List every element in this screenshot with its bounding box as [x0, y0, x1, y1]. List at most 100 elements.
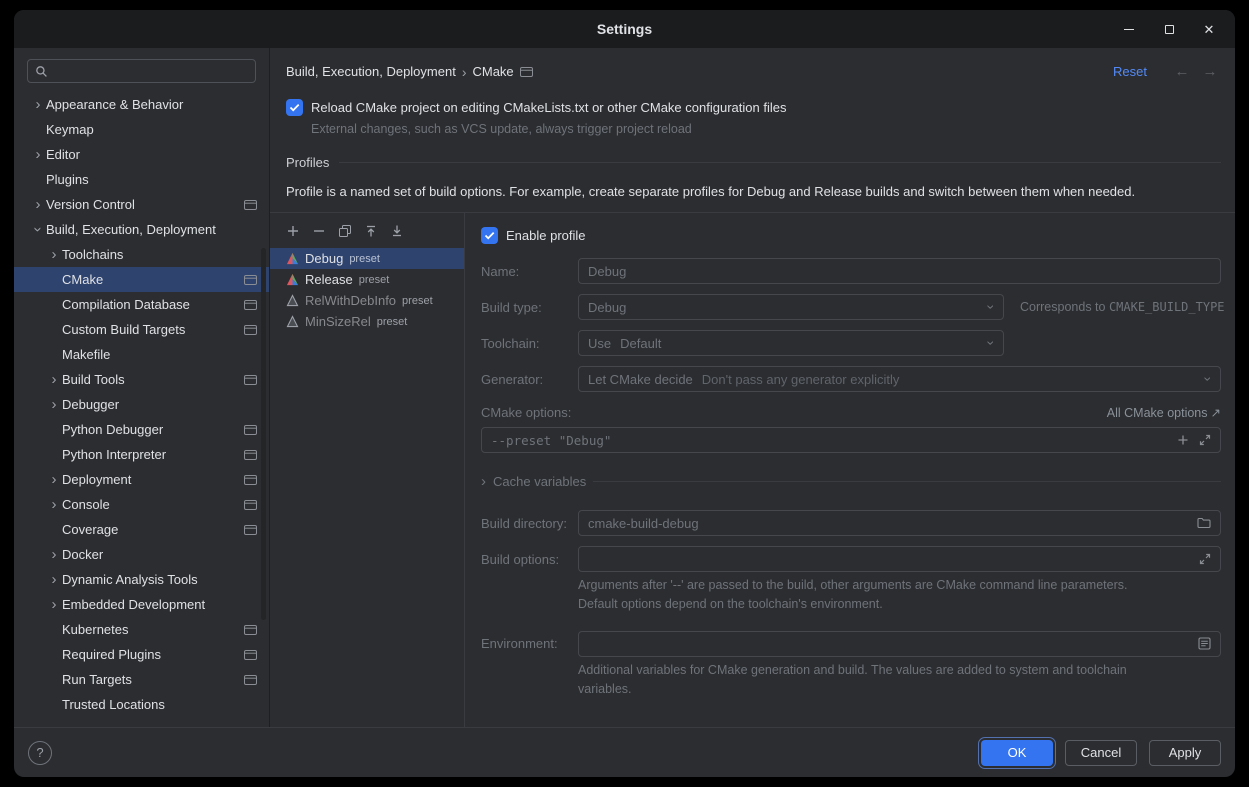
- sidebar-item-editor[interactable]: ›Editor: [14, 142, 269, 167]
- toolchain-select[interactable]: Use Default ›: [578, 330, 1004, 356]
- sidebar-item-run-targets[interactable]: Run Targets: [14, 667, 269, 692]
- sidebar-item-build-tools[interactable]: ›Build Tools: [14, 367, 269, 392]
- project-level-icon: [244, 275, 257, 285]
- sidebar-item-required-plugins[interactable]: Required Plugins: [14, 642, 269, 667]
- sidebar-item-embedded-development[interactable]: ›Embedded Development: [14, 592, 269, 617]
- close-button[interactable]: ✕: [1201, 21, 1217, 37]
- build-type-label: Build type:: [481, 300, 578, 315]
- sidebar-item-compilation-database[interactable]: Compilation Database: [14, 292, 269, 317]
- sidebar-item-coverage[interactable]: Coverage: [14, 517, 269, 542]
- cache-variables-toggle[interactable]: › Cache variables: [481, 474, 1221, 489]
- profile-item-release[interactable]: Releasepreset: [270, 269, 464, 290]
- chevron-right-icon[interactable]: ›: [46, 372, 62, 387]
- add-profile-button[interactable]: [285, 223, 301, 239]
- generator-value: Let CMake decide: [588, 372, 693, 387]
- apply-button[interactable]: Apply: [1149, 740, 1221, 766]
- toolchain-prefix: Use: [588, 336, 611, 351]
- sidebar-item-cmake[interactable]: CMake: [14, 267, 269, 292]
- sidebar-item-makefile[interactable]: Makefile: [14, 342, 269, 367]
- sidebar-item-custom-build-targets[interactable]: Custom Build Targets: [14, 317, 269, 342]
- chevron-right-icon[interactable]: ›: [30, 97, 46, 112]
- search-box[interactable]: [27, 59, 256, 83]
- back-arrow-icon[interactable]: ←: [1171, 63, 1193, 80]
- cmake-options-input[interactable]: --preset "Debug": [481, 427, 1221, 453]
- project-level-icon: [244, 200, 257, 210]
- sidebar-item-version-control[interactable]: ›Version Control: [14, 192, 269, 217]
- variables-list-icon[interactable]: [1198, 637, 1211, 650]
- sidebar-item-label: Plugins: [46, 172, 89, 187]
- chevron-right-icon[interactable]: ›: [30, 147, 46, 162]
- environment-input[interactable]: [578, 631, 1221, 657]
- forward-arrow-icon[interactable]: →: [1199, 63, 1221, 80]
- chevron-right-icon[interactable]: ›: [30, 197, 46, 212]
- search-input[interactable]: [53, 64, 248, 79]
- chevron-right-icon[interactable]: ›: [46, 572, 62, 587]
- cancel-button[interactable]: Cancel: [1065, 740, 1137, 766]
- move-down-button[interactable]: [389, 223, 405, 239]
- profiles-toolbar: [270, 221, 464, 248]
- sidebar-item-label: Embedded Development: [62, 597, 205, 612]
- profile-item-relwithdebinfo[interactable]: RelWithDebInfopreset: [270, 290, 464, 311]
- settings-tree: ›Appearance & Behavior Keymap ›Editor Plugi…: [14, 92, 269, 717]
- profile-item-minsizerel[interactable]: MinSizeRelpreset: [270, 311, 464, 332]
- build-options-input[interactable]: [578, 546, 1221, 572]
- sidebar-item-plugins[interactable]: Plugins: [14, 167, 269, 192]
- maximize-button[interactable]: [1161, 21, 1177, 37]
- all-cmake-options-link[interactable]: All CMake options↗: [1107, 405, 1221, 420]
- chevron-right-icon[interactable]: ›: [46, 547, 62, 562]
- chevron-right-icon[interactable]: ›: [46, 472, 62, 487]
- sidebar-item-label: Docker: [62, 547, 103, 562]
- reload-cmake-checkbox[interactable]: [286, 99, 303, 116]
- enable-profile-checkbox[interactable]: [481, 227, 498, 244]
- breadcrumb-parent[interactable]: Build, Execution, Deployment: [286, 64, 456, 79]
- sidebar-item-label: Debugger: [62, 397, 119, 412]
- expand-editor-icon[interactable]: [1199, 434, 1211, 446]
- chevron-right-icon[interactable]: ›: [46, 397, 62, 412]
- name-input[interactable]: Debug: [578, 258, 1221, 284]
- minimize-icon: [1124, 29, 1134, 30]
- sidebar-item-keymap[interactable]: Keymap: [14, 117, 269, 142]
- cmake-options-label-row: CMake options: All CMake options↗: [481, 405, 1221, 420]
- sidebar-item-toolchains[interactable]: ›Toolchains: [14, 242, 269, 267]
- sidebar-item-python-interpreter[interactable]: Python Interpreter: [14, 442, 269, 467]
- sidebar-item-python-debugger[interactable]: Python Debugger: [14, 417, 269, 442]
- add-option-icon[interactable]: [1177, 434, 1189, 446]
- sidebar-item-docker[interactable]: ›Docker: [14, 542, 269, 567]
- ok-button[interactable]: OK: [981, 740, 1053, 766]
- remove-profile-button[interactable]: [311, 223, 327, 239]
- copy-profile-button[interactable]: [337, 223, 353, 239]
- sidebar-item-debugger[interactable]: ›Debugger: [14, 392, 269, 417]
- help-button[interactable]: ?: [28, 741, 52, 765]
- folder-icon[interactable]: [1197, 517, 1211, 529]
- chevron-down-icon[interactable]: ›: [31, 222, 46, 238]
- sidebar-item-label: Coverage: [62, 522, 118, 537]
- generator-label: Generator:: [481, 372, 578, 387]
- reset-link[interactable]: Reset: [1113, 64, 1147, 79]
- cmake-profile-icon: [286, 294, 299, 307]
- chevron-right-icon[interactable]: ›: [46, 597, 62, 612]
- build-type-select[interactable]: Debug ›: [578, 294, 1004, 320]
- sidebar-item-build-execution-deployment[interactable]: ›Build, Execution, Deployment: [14, 217, 269, 242]
- name-label: Name:: [481, 264, 578, 279]
- project-level-icon: [244, 500, 257, 510]
- profile-item-debug[interactable]: Debugpreset: [270, 248, 464, 269]
- chevron-right-icon[interactable]: ›: [46, 497, 62, 512]
- sidebar-item-label: Makefile: [62, 347, 110, 362]
- chevron-right-icon[interactable]: ›: [46, 247, 62, 262]
- sidebar-item-dynamic-analysis-tools[interactable]: ›Dynamic Analysis Tools: [14, 567, 269, 592]
- generator-select[interactable]: Let CMake decide Don't pass any generato…: [578, 366, 1221, 392]
- sidebar-item-deployment[interactable]: ›Deployment: [14, 467, 269, 492]
- sidebar-item-console[interactable]: ›Console: [14, 492, 269, 517]
- sidebar-item-label: Toolchains: [62, 247, 123, 262]
- reload-cmake-checkbox-row[interactable]: Reload CMake project on editing CMakeLis…: [286, 99, 1221, 116]
- sidebar-item-label: Keymap: [46, 122, 94, 137]
- sidebar-scrollbar[interactable]: [261, 248, 266, 620]
- build-directory-input[interactable]: cmake-build-debug: [578, 510, 1221, 536]
- minimize-button[interactable]: [1121, 21, 1137, 37]
- sidebar-item-appearance-behavior[interactable]: ›Appearance & Behavior: [14, 92, 269, 117]
- enable-profile-row[interactable]: Enable profile: [481, 227, 1221, 244]
- move-up-button[interactable]: [363, 223, 379, 239]
- sidebar-item-kubernetes[interactable]: Kubernetes: [14, 617, 269, 642]
- sidebar-item-trusted-locations[interactable]: Trusted Locations: [14, 692, 269, 717]
- expand-editor-icon[interactable]: [1199, 553, 1211, 565]
